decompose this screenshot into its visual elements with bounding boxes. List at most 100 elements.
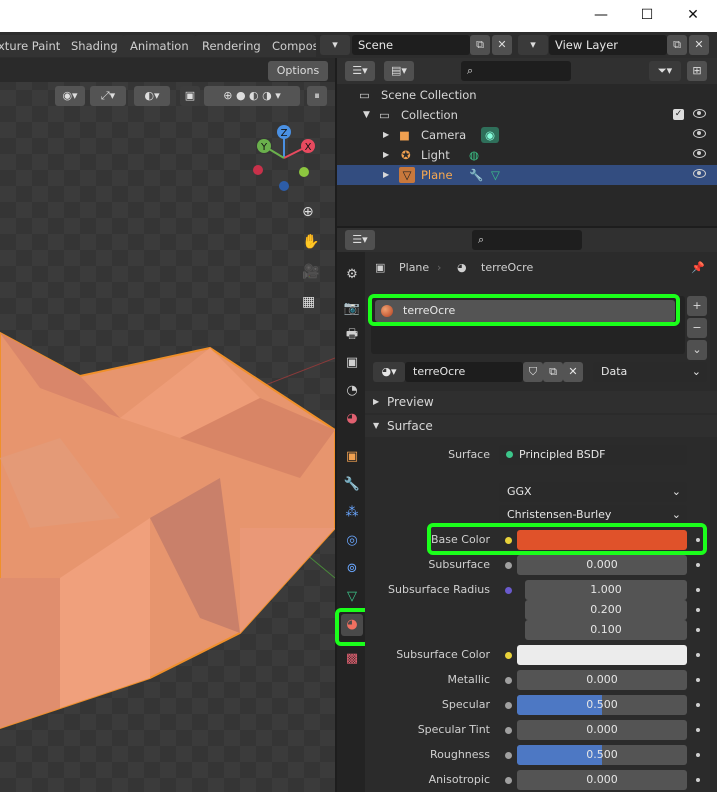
specular-slider[interactable]: 0.500 — [517, 695, 687, 715]
outliner-item-light[interactable]: ▶ ✪ Light ◍ — [337, 145, 717, 165]
preview-panel-header[interactable]: ▶ Preview — [365, 391, 717, 413]
editor-type-button[interactable]: ☰▾ — [345, 61, 375, 81]
shading-mode-buttons[interactable]: ⊕ ● ◐ ◑ ▾ — [204, 86, 300, 106]
filter-button[interactable]: ⏷▾ — [649, 61, 681, 81]
3d-viewport[interactable]: Options ◉▾ ⤢▾ ◐▾ ▣ ⊕ ● ◐ ◑ ▾ ⏸ Z X Y ⊕ ✋… — [0, 58, 335, 792]
subsurface-color-swatch[interactable] — [517, 645, 687, 665]
display-mode-button[interactable]: ▤▾ — [384, 61, 414, 81]
tab-data[interactable]: ▽ — [341, 586, 363, 608]
tab-modifiers[interactable]: 🔧 — [341, 474, 363, 496]
subsurface-radius-x-field[interactable]: 1.000 — [525, 580, 687, 600]
camera-data-icon[interactable]: ◉ — [481, 127, 499, 143]
camera-view-icon[interactable]: 🎥 — [302, 264, 319, 280]
navigation-gizmo[interactable]: Z X Y — [250, 124, 318, 194]
anisotropic-field[interactable]: 0.000 — [517, 770, 687, 790]
add-slot-button[interactable]: + — [687, 296, 707, 316]
browse-material-button[interactable]: ◕▾ — [373, 362, 405, 382]
color-socket-icon[interactable] — [505, 652, 512, 659]
unlink-material-button[interactable]: ✕ — [563, 362, 583, 382]
outliner-item-scene-collection[interactable]: ▭ Scene Collection — [337, 85, 717, 105]
tab-scene[interactable]: ◔ — [341, 380, 363, 402]
tab-texture-paint[interactable]: xture Paint — [0, 35, 69, 57]
keyframe-dot-icon[interactable] — [696, 608, 700, 612]
properties-search-input[interactable]: ⌕ — [472, 230, 582, 250]
keyframe-dot-icon[interactable] — [696, 778, 700, 782]
surface-panel-header[interactable]: ▼ Surface — [365, 415, 717, 437]
surface-shader-field[interactable]: Principled BSDF — [499, 445, 687, 465]
slot-menu-button[interactable]: ⌄ — [687, 340, 707, 360]
link-mode-dropdown[interactable]: Data ⌄ — [593, 362, 707, 382]
options-dropdown[interactable]: Options — [268, 61, 328, 81]
roughness-slider[interactable]: 0.500 — [517, 745, 687, 765]
subsurface-field[interactable]: 0.000 — [517, 555, 687, 575]
keyframe-dot-icon[interactable] — [696, 728, 700, 732]
tab-compositing[interactable]: Compos — [264, 35, 316, 57]
tab-render[interactable]: 📷 — [341, 298, 363, 320]
zoom-icon[interactable]: ⊕ — [302, 204, 314, 220]
view-layer-name-field[interactable]: View Layer — [549, 35, 667, 55]
xray-toggle[interactable]: ▣ — [180, 86, 200, 106]
keyframe-dot-icon[interactable] — [696, 588, 700, 592]
minimize-button[interactable]: — — [578, 0, 624, 32]
scene-name-field[interactable]: Scene — [352, 35, 470, 55]
delete-view-layer-button[interactable]: ✕ — [689, 35, 709, 55]
view-layer-selector-button[interactable]: ▾ — [518, 35, 548, 55]
eye-icon[interactable] — [693, 149, 706, 158]
maximize-button[interactable]: ☐ — [624, 0, 670, 32]
vector-socket-icon[interactable] — [505, 587, 512, 594]
tab-output[interactable]: 🖶 — [341, 324, 363, 346]
keyframe-dot-icon[interactable] — [696, 653, 700, 657]
wrench-icon[interactable]: 🔧 — [469, 165, 483, 185]
expand-arrow-icon[interactable]: ▼ — [363, 105, 370, 125]
visibility-dropdown[interactable]: ◉▾ — [55, 86, 85, 106]
tab-view-layer[interactable]: ▣ — [341, 352, 363, 374]
metallic-field[interactable]: 0.000 — [517, 670, 687, 690]
tab-world[interactable]: ◕ — [341, 408, 363, 430]
expand-arrow-icon[interactable]: ▶ — [383, 125, 389, 145]
tab-particles[interactable]: ⁂ — [341, 502, 363, 524]
subsurface-radius-z-field[interactable]: 0.100 — [525, 620, 687, 640]
keyframe-dot-icon[interactable] — [696, 628, 700, 632]
exclude-checkbox[interactable]: ✓ — [673, 109, 684, 120]
value-socket-icon[interactable] — [505, 752, 512, 759]
outliner-item-collection[interactable]: ▼ ▭ Collection ✓ — [337, 105, 717, 125]
pan-hand-icon[interactable]: ✋ — [302, 234, 319, 250]
fake-user-button[interactable]: ⛉ — [523, 362, 543, 382]
expand-arrow-icon[interactable]: ▶ — [383, 165, 389, 185]
keyframe-dot-icon[interactable] — [696, 678, 700, 682]
subsurface-radius-y-field[interactable]: 0.200 — [525, 600, 687, 620]
outliner-search-input[interactable]: ⌕ — [461, 61, 571, 81]
pause-render-button[interactable]: ⏸ — [307, 86, 327, 106]
overlays-toggle[interactable]: ◐▾ — [134, 86, 170, 106]
value-socket-icon[interactable] — [505, 777, 512, 784]
distribution-dropdown[interactable]: GGX ⌄ — [499, 482, 687, 502]
value-socket-icon[interactable] — [505, 727, 512, 734]
tab-texture[interactable]: ▩ — [341, 648, 363, 670]
outliner-item-camera[interactable]: ▶ ■ Camera ◉ — [337, 125, 717, 145]
value-socket-icon[interactable] — [505, 677, 512, 684]
tab-shading[interactable]: Shading — [63, 35, 126, 57]
keyframe-dot-icon[interactable] — [696, 703, 700, 707]
gizmo-toggle[interactable]: ⤢▾ — [90, 86, 126, 106]
ortho-grid-icon[interactable]: ▦ — [302, 294, 315, 310]
remove-slot-button[interactable]: − — [687, 318, 707, 338]
value-socket-icon[interactable] — [505, 562, 512, 569]
specular-tint-field[interactable]: 0.000 — [517, 720, 687, 740]
light-data-icon[interactable]: ◍ — [469, 145, 479, 165]
new-view-layer-button[interactable]: ⧉ — [667, 35, 687, 55]
delete-scene-button[interactable]: ✕ — [492, 35, 512, 55]
eye-icon[interactable] — [693, 109, 706, 118]
duplicate-material-button[interactable]: ⧉ — [543, 362, 563, 382]
outliner-item-plane[interactable]: ▶ ▽ Plane 🔧 ▽ — [337, 165, 717, 185]
editor-type-button[interactable]: ☰▾ — [345, 230, 375, 250]
tab-object[interactable]: ▣ — [341, 446, 363, 468]
subsurface-method-dropdown[interactable]: Christensen-Burley ⌄ — [499, 505, 687, 525]
material-name-field[interactable]: terreOcre — [405, 362, 523, 382]
tab-animation[interactable]: Animation — [122, 35, 197, 57]
tab-constraints[interactable]: ⊚ — [341, 558, 363, 580]
tab-physics[interactable]: ◎ — [341, 530, 363, 552]
value-socket-icon[interactable] — [505, 702, 512, 709]
new-scene-button[interactable]: ⧉ — [470, 35, 490, 55]
expand-arrow-icon[interactable]: ▶ — [383, 145, 389, 165]
tab-rendering[interactable]: Rendering — [194, 35, 269, 57]
